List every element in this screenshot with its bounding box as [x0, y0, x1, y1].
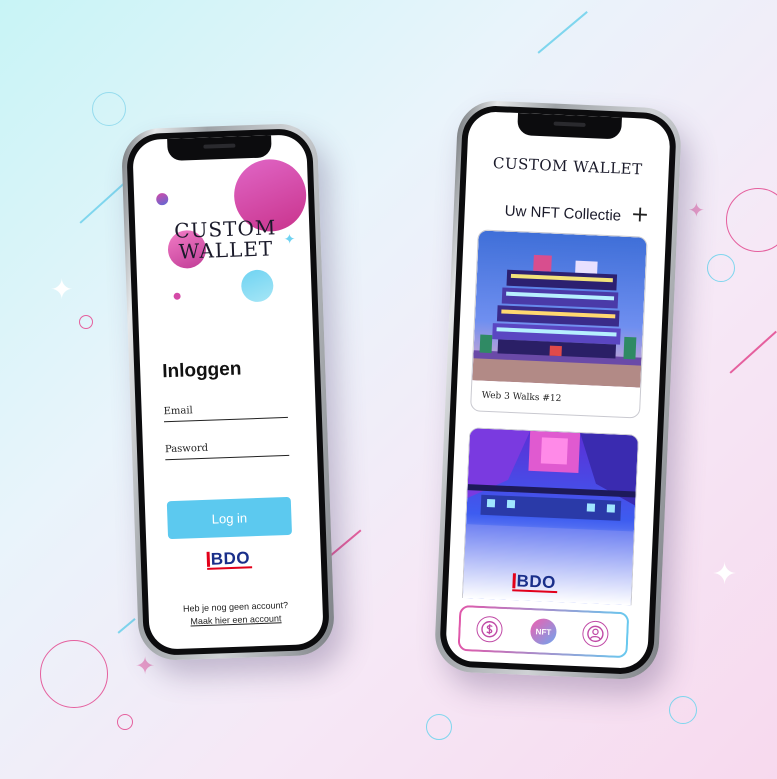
nft-image-building	[472, 230, 647, 388]
nft-card-title: Web 3 Walks #12	[481, 390, 562, 405]
bdo-logo: BDO	[210, 548, 251, 569]
signup-link[interactable]: Maak hier een account	[149, 612, 323, 628]
collection-title: Uw NFT Collectie	[504, 202, 622, 225]
decor-circle	[426, 714, 452, 740]
speaker-grille	[203, 143, 236, 149]
bdo-logo: BDO	[516, 571, 557, 593]
login-phone: ✦ CUSTOM WALLET Inloggen Log in BDO Heb …	[120, 122, 336, 662]
page-title: Inloggen	[161, 358, 242, 383]
phone-notch	[167, 135, 272, 161]
decor-sparkle: ✦	[688, 198, 705, 222]
nav-profile-button[interactable]	[581, 620, 609, 648]
phone-notch	[517, 112, 622, 140]
speaker-grille	[553, 121, 586, 127]
collection-screen: CUSTOM WALLET Uw NFT Collectie + Web 3 W…	[445, 110, 671, 670]
decor-line	[329, 529, 362, 557]
nav-wallet-button[interactable]	[475, 615, 504, 643]
add-nft-button[interactable]: +	[630, 202, 650, 228]
decor-circle	[726, 188, 777, 252]
decor-circle	[79, 315, 93, 329]
decor-circle	[669, 696, 697, 724]
decor-circle	[92, 92, 126, 126]
nav-nft-button[interactable]: NFT	[529, 618, 558, 646]
decor-sparkle: ✦	[712, 557, 738, 592]
decor-line	[117, 618, 136, 634]
nft-card[interactable]: Web 3 Walks #12	[469, 229, 648, 419]
logo-bubble-dot	[173, 292, 181, 300]
collection-phone: CUSTOM WALLET Uw NFT Collectie + Web 3 W…	[433, 99, 683, 681]
login-screen: ✦ CUSTOM WALLET Inloggen Log in BDO Heb …	[132, 134, 324, 650]
decor-line	[537, 11, 588, 54]
logo-bubble-small	[156, 192, 169, 206]
decor-circle	[707, 254, 735, 282]
pixel-building-artwork	[472, 230, 647, 388]
user-icon	[587, 625, 604, 643]
password-input[interactable]	[164, 439, 290, 460]
phone-bezel: ✦ CUSTOM WALLET Inloggen Log in BDO Heb …	[125, 127, 331, 657]
decor-sparkle: ✦	[50, 273, 74, 306]
logo-bubble-blue	[240, 269, 274, 303]
app-logo: CUSTOM WALLET	[165, 215, 286, 264]
app-logo: CUSTOM WALLET	[492, 153, 643, 179]
logo-line-2: WALLET	[178, 236, 274, 264]
decor-line	[729, 330, 777, 374]
decor-circle	[117, 714, 133, 730]
dollar-icon	[481, 621, 498, 638]
decor-circle	[40, 640, 108, 708]
bottom-nav: NFT	[457, 604, 630, 659]
password-field	[164, 434, 290, 461]
login-button[interactable]: Log in	[166, 496, 293, 540]
phone-bezel: CUSTOM WALLET Uw NFT Collectie + Web 3 W…	[438, 104, 678, 676]
email-input[interactable]	[163, 401, 288, 422]
decor-sparkle: ✦	[135, 652, 156, 680]
email-field	[163, 396, 288, 423]
